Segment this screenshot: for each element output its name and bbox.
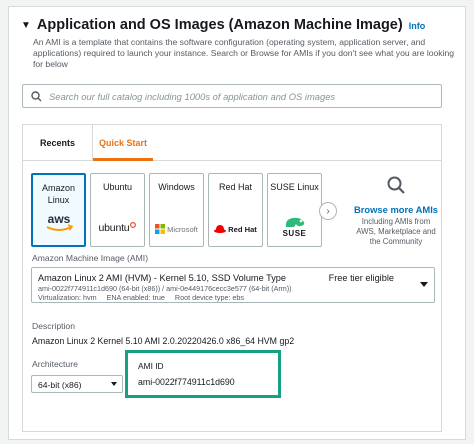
caret-down-icon[interactable]	[420, 282, 428, 287]
info-link[interactable]: Info	[409, 21, 426, 31]
section-description: An AMI is a template that contains the s…	[33, 37, 455, 69]
ami-search-input[interactable]	[49, 90, 429, 102]
ami-ids: ami-0022f774911c1d690 (64-bit (x86)) / a…	[38, 284, 292, 293]
microsoft-logo-icon: Microsoft	[150, 224, 203, 234]
section-header[interactable]: ▼ Application and OS Images (Amazon Mach…	[21, 17, 425, 33]
free-tier-badge: Free tier eligible	[328, 273, 394, 283]
browse-more-amis-link[interactable]: Browse more AMIs	[353, 204, 439, 215]
chevron-right-icon[interactable]: ›	[319, 202, 337, 220]
os-tiles: Amazon Linux aws Ubuntu ubuntu Windows M…	[31, 173, 322, 247]
suse-logo-text: SUSE	[282, 229, 307, 238]
aws-logo-icon: aws	[33, 211, 84, 233]
os-tile-windows[interactable]: Windows Microsoft	[149, 173, 204, 247]
ami-id-highlight-box: AMI ID ami-0022f774911c1d690	[125, 350, 281, 398]
suse-logo-icon: SUSE	[268, 216, 321, 238]
ami-field-label: Amazon Machine Image (AMI)	[32, 253, 149, 263]
browse-more-amis[interactable]: Browse more AMIs Including AMIs from AWS…	[353, 175, 439, 247]
os-tile-label: SUSE Linux	[270, 182, 319, 192]
tab-quick-start[interactable]: Quick Start	[93, 125, 153, 161]
section-title: Application and OS Images (Amazon Machin…	[36, 17, 403, 33]
os-tile-label: Windows	[158, 182, 195, 192]
redhat-logo-text: Red Hat	[228, 225, 257, 234]
ami-meta: Virtualization: hvm ENA enabled: true Ro…	[38, 293, 245, 302]
search-icon	[31, 90, 42, 101]
os-tile-label: Ubuntu	[102, 182, 133, 192]
ami-tabs: Recents Quick Start	[23, 125, 441, 161]
architecture-select[interactable]: 64-bit (x86)	[31, 375, 123, 393]
ami-search-box[interactable]	[22, 84, 442, 108]
ami-id-label: AMI ID	[138, 361, 164, 371]
search-icon	[387, 176, 405, 194]
redhat-logo-icon: Red Hat	[209, 225, 262, 234]
ami-id-value[interactable]: ami-0022f774911c1d690	[138, 377, 235, 387]
microsoft-logo-text: Microsoft	[167, 224, 198, 234]
ami-select[interactable]: Amazon Linux 2 AMI (HVM) - Kernel 5.10, …	[31, 267, 435, 303]
os-tile-suse-linux[interactable]: SUSE Linux SUSE	[267, 173, 322, 247]
description-value: Amazon Linux 2 Kernel 5.10 AMI 2.0.20220…	[32, 336, 295, 346]
aws-logo-text: aws	[47, 212, 70, 226]
architecture-label: Architecture	[32, 359, 78, 369]
tab-recents[interactable]: Recents	[23, 125, 93, 161]
os-tile-label: Amazon Linux	[33, 182, 84, 206]
caret-down-icon[interactable]: ▼	[21, 20, 31, 31]
description-label: Description	[32, 321, 75, 331]
ubuntu-logo-icon: ubuntu	[91, 222, 144, 234]
ami-name: Amazon Linux 2 AMI (HVM) - Kernel 5.10, …	[38, 273, 287, 283]
os-tile-label-line: Amazon	[41, 183, 76, 193]
ubuntu-logo-text: ubuntu	[98, 222, 130, 234]
browse-more-amis-subtitle: Including AMIs from AWS, Marketplace and…	[356, 217, 436, 246]
os-tile-label: Red Hat	[218, 182, 253, 192]
os-tile-red-hat[interactable]: Red Hat Red Hat	[208, 173, 263, 247]
os-tile-ubuntu[interactable]: Ubuntu ubuntu	[90, 173, 145, 247]
caret-down-icon	[111, 382, 117, 386]
os-tile-label-line: Linux	[47, 195, 70, 205]
architecture-value: 64-bit (x86)	[38, 380, 82, 390]
os-tile-amazon-linux[interactable]: Amazon Linux aws	[31, 173, 86, 247]
